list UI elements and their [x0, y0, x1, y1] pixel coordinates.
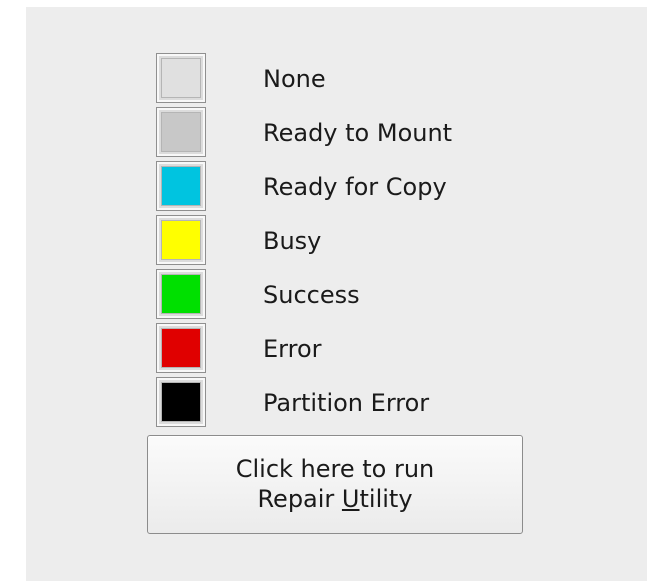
legend-item-ready-to-mount: Ready to Mount: [156, 107, 517, 162]
status-swatch: [156, 323, 206, 373]
status-swatch: [156, 53, 206, 103]
repair-button-line-1: Click here to run: [235, 455, 435, 483]
status-swatch: [156, 215, 206, 265]
mnemonic-underline: U: [341, 485, 360, 513]
swatch-fill: [161, 58, 201, 98]
legend-item-success: Success: [156, 269, 517, 324]
repair-button-prefix: Repair: [257, 485, 342, 513]
legend-label: Busy: [263, 227, 322, 255]
repair-utility-button[interactable]: Click here to run Repair Utility: [147, 435, 523, 534]
legend-item-error: Error: [156, 323, 517, 378]
legend-item-busy: Busy: [156, 215, 517, 270]
swatch-fill: [161, 382, 201, 422]
status-swatch: [156, 269, 206, 319]
legend-label: Ready to Mount: [263, 119, 453, 147]
status-legend: None Ready to Mount Ready for Copy Busy …: [156, 53, 517, 432]
swatch-fill: [161, 220, 201, 260]
swatch-fill: [161, 328, 201, 368]
legend-label: Partition Error: [263, 389, 430, 417]
repair-button-line-2: Repair Utility: [148, 484, 522, 514]
legend-item-partition-error: Partition Error: [156, 377, 517, 432]
legend-item-none: None: [156, 53, 517, 108]
repair-button-suffix: tility: [359, 485, 413, 513]
status-swatch: [156, 377, 206, 427]
legend-label: Success: [263, 281, 360, 309]
legend-label: Ready for Copy: [263, 173, 447, 201]
legend-item-ready-for-copy: Ready for Copy: [156, 161, 517, 216]
legend-label: None: [263, 65, 326, 93]
status-swatch: [156, 107, 206, 157]
swatch-fill: [161, 112, 201, 152]
legend-label: Error: [263, 335, 322, 363]
swatch-fill: [161, 274, 201, 314]
swatch-fill: [161, 166, 201, 206]
status-swatch: [156, 161, 206, 211]
